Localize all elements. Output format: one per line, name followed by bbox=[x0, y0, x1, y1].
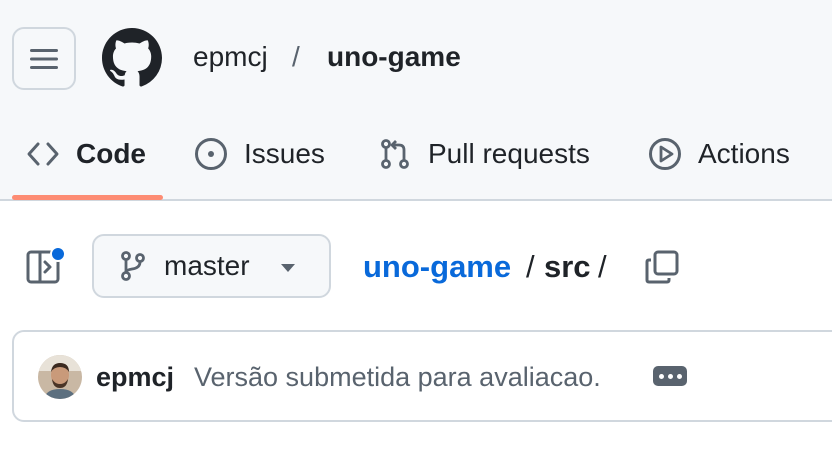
repo-name-link[interactable]: uno-game bbox=[327, 41, 461, 73]
sidebar-expand-icon bbox=[26, 246, 66, 284]
ellipsis-icon bbox=[676, 373, 682, 379]
copy-icon bbox=[645, 250, 679, 284]
branch-name: master bbox=[164, 250, 250, 281]
tab-code-label: Code bbox=[76, 138, 146, 169]
tab-actions-label: Actions bbox=[698, 138, 790, 169]
tab-pull-requests-label: Pull requests bbox=[428, 138, 590, 169]
path-separator: / bbox=[292, 41, 300, 72]
commit-author-link[interactable]: epmcj bbox=[96, 362, 174, 393]
triangle-down-icon bbox=[281, 264, 295, 272]
breadcrumb-current-folder: src bbox=[544, 249, 591, 284]
hamburger-menu-button[interactable] bbox=[12, 27, 76, 90]
issue-opened-icon bbox=[195, 138, 227, 170]
play-icon bbox=[649, 138, 681, 170]
repo-header: epmcj / uno-game Code Issues Pull reques… bbox=[0, 0, 832, 201]
tab-pull-requests[interactable]: Pull requests bbox=[378, 134, 590, 174]
breadcrumb-repo-link[interactable]: uno-game bbox=[363, 249, 511, 285]
tab-actions[interactable]: Actions bbox=[648, 134, 790, 174]
breadcrumb-separator: / bbox=[526, 249, 535, 284]
tab-issues-label: Issues bbox=[244, 138, 325, 169]
github-logo-icon[interactable] bbox=[102, 28, 162, 88]
tab-code[interactable]: Code bbox=[26, 134, 146, 174]
hamburger-icon bbox=[30, 48, 58, 69]
expand-commit-message-button[interactable] bbox=[653, 366, 687, 386]
avatar[interactable] bbox=[38, 355, 82, 399]
repo-owner-link[interactable]: epmcj bbox=[193, 41, 268, 73]
git-pull-request-icon bbox=[381, 139, 409, 169]
commit-message-link[interactable]: Versão submetida para avaliacao. bbox=[194, 362, 601, 393]
user-avatar-icon bbox=[38, 355, 82, 399]
tab-issues[interactable]: Issues bbox=[194, 134, 325, 174]
breadcrumb-separator: / bbox=[598, 249, 607, 284]
ellipsis-icon bbox=[667, 373, 673, 379]
code-icon bbox=[27, 142, 59, 166]
git-branch-icon bbox=[121, 251, 145, 281]
ellipsis-icon bbox=[658, 373, 664, 379]
copy-path-button[interactable] bbox=[644, 249, 680, 285]
branch-selector-button[interactable]: master bbox=[92, 234, 331, 298]
selected-tab-underline bbox=[12, 195, 163, 200]
expand-file-tree-button[interactable] bbox=[26, 246, 66, 286]
